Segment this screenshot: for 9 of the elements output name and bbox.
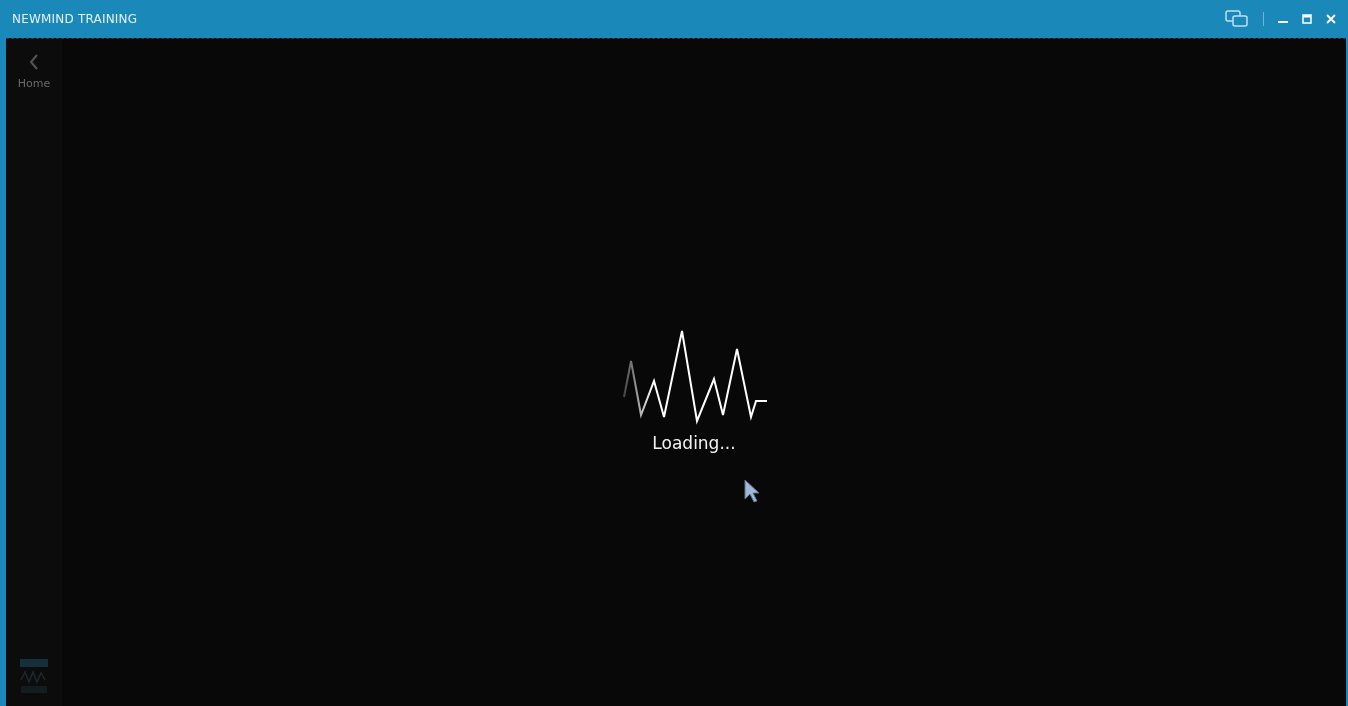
chat-icon[interactable] [1225, 10, 1249, 28]
loading-text: Loading... [652, 432, 736, 453]
chevron-left-icon [28, 53, 40, 71]
pointer-icon [744, 479, 760, 503]
back-button[interactable]: Home [17, 53, 51, 90]
window-title: NEWMIND TRAINING [12, 12, 138, 26]
maximize-icon[interactable] [1302, 14, 1312, 24]
logo-icon [19, 658, 49, 696]
close-icon[interactable] [1326, 14, 1336, 24]
